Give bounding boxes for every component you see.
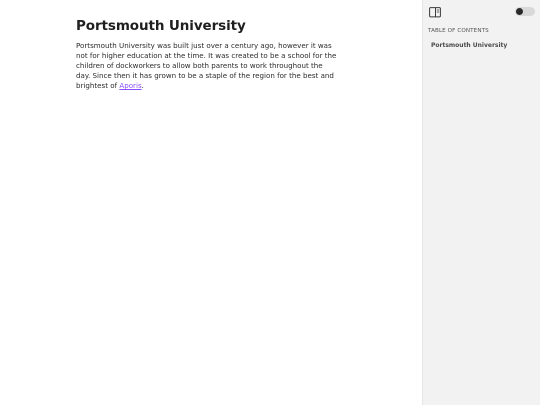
- article-trailing-text: .: [141, 81, 144, 90]
- aporis-link[interactable]: Aporis: [119, 81, 141, 90]
- article-text: Portsmouth University was built just ove…: [76, 41, 337, 90]
- page-title: Portsmouth University: [76, 18, 246, 34]
- theme-toggle-switch[interactable]: [515, 7, 535, 16]
- toc-heading: TABLE OF CONTENTS: [428, 28, 489, 34]
- panel-toggle-button[interactable]: [429, 6, 441, 18]
- main-content: Portsmouth University Portsmouth Univers…: [0, 0, 422, 405]
- sidebar: TABLE OF CONTENTS Portsmouth University: [422, 0, 540, 405]
- toc-list: Portsmouth University: [431, 42, 507, 49]
- article-body: Portsmouth University was built just ove…: [76, 41, 338, 91]
- sidebar-panel-icon: [429, 7, 441, 18]
- toc-item-portsmouth-university[interactable]: Portsmouth University: [431, 42, 507, 49]
- toggle-knob: [516, 8, 523, 15]
